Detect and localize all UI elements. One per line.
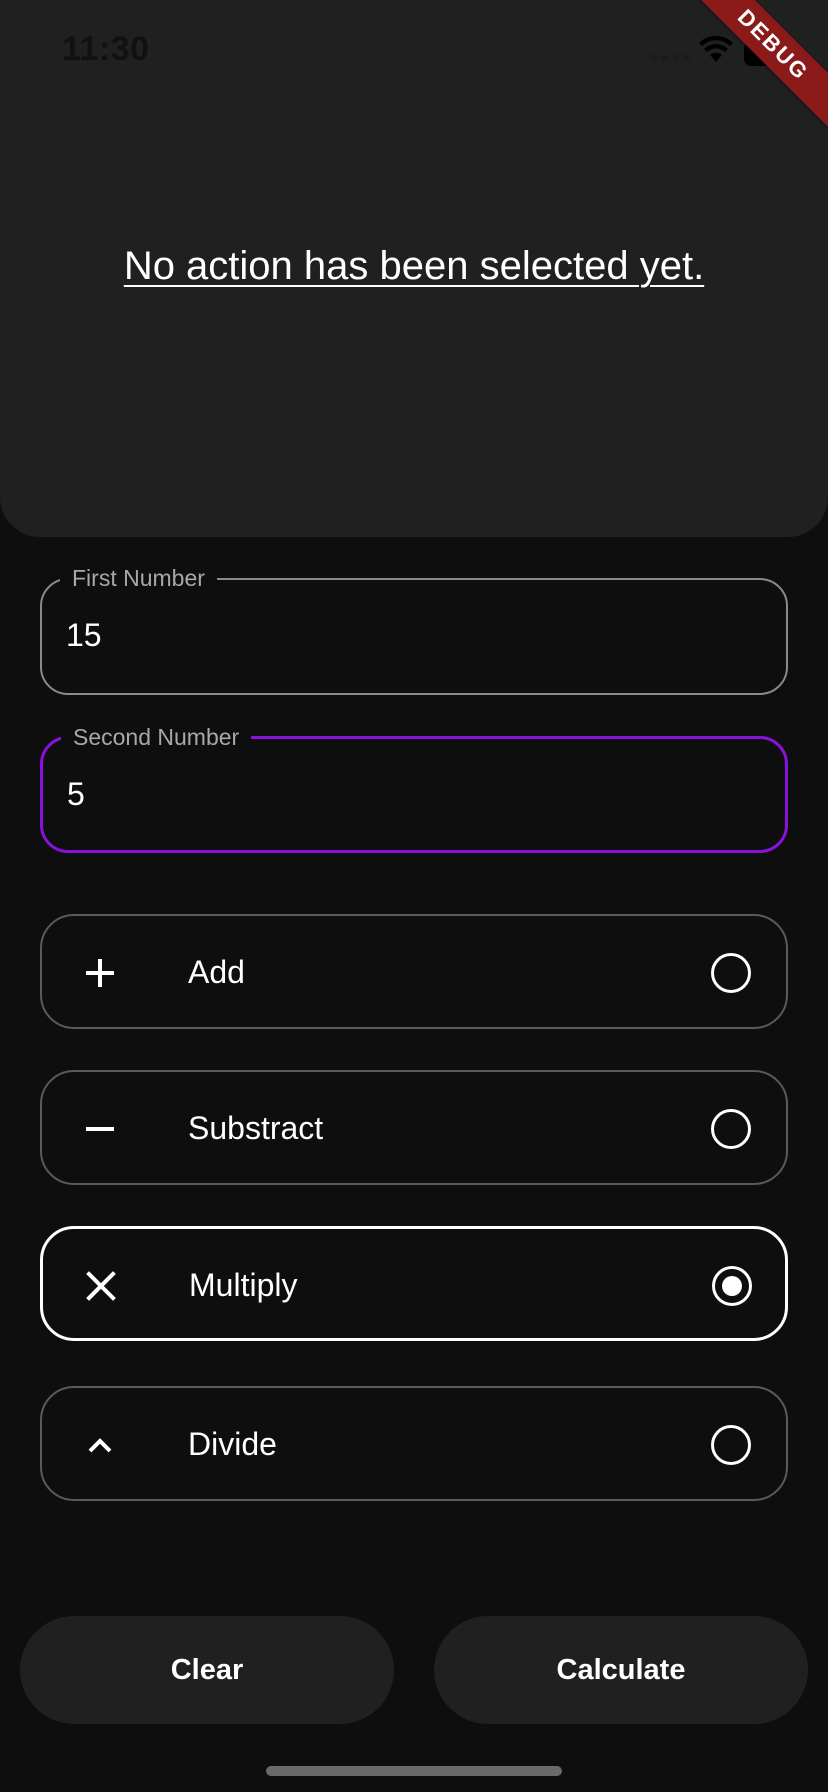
wifi-icon [699, 35, 733, 62]
clear-button[interactable]: Clear [20, 1616, 394, 1724]
option-divide-radio[interactable] [711, 1425, 751, 1465]
status-time: 11:30 [62, 30, 150, 68]
debug-banner: DEBUG [685, 0, 828, 133]
option-substract[interactable]: Substract [40, 1070, 788, 1185]
result-text: No action has been selected yet. [123, 244, 705, 288]
option-add-radio[interactable] [711, 953, 751, 993]
calculator-screen: 11:30 DEBUG No action has been selected … [0, 0, 828, 1792]
option-multiply-radio[interactable] [712, 1266, 752, 1306]
first-number-value[interactable]: 15 [66, 617, 102, 654]
close-x-icon [86, 1271, 116, 1301]
option-multiply[interactable]: Multiply [40, 1226, 788, 1341]
caret-up-icon [88, 1438, 112, 1453]
plus-icon [86, 959, 114, 987]
first-number-label: First Number [60, 565, 217, 592]
cellular-signal-icon [650, 54, 690, 61]
option-substract-label: Substract [188, 1110, 324, 1146]
option-multiply-label: Multiply [189, 1267, 298, 1303]
option-substract-radio[interactable] [711, 1109, 751, 1149]
option-add[interactable]: Add [40, 914, 788, 1029]
second-number-field[interactable]: Second Number 5 [40, 724, 788, 853]
minus-icon [86, 1127, 114, 1131]
second-number-label: Second Number [61, 724, 252, 751]
second-number-value[interactable]: 5 [67, 776, 85, 813]
option-add-label: Add [188, 954, 245, 990]
home-indicator [266, 1766, 562, 1776]
result-card: 11:30 DEBUG No action has been selected … [0, 0, 828, 537]
option-divide[interactable]: Divide [40, 1386, 788, 1501]
first-number-field[interactable]: First Number 15 [40, 565, 788, 695]
option-divide-label: Divide [188, 1426, 277, 1462]
calculate-button[interactable]: Calculate [434, 1616, 808, 1724]
